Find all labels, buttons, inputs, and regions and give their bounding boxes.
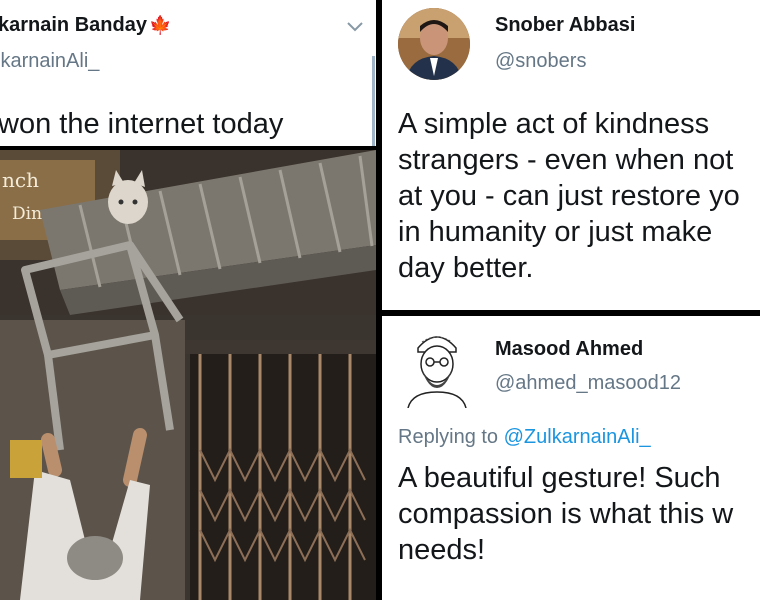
scrollbar[interactable] (372, 56, 375, 146)
user-handle[interactable]: @snobers (495, 50, 586, 73)
divider-horizontal-left (0, 146, 376, 150)
shop-sign-text: nch Din (2, 168, 43, 224)
tweet-photo[interactable]: nch Din (0, 150, 376, 600)
replying-to: Replying to @ZulkarnainAli_ (398, 426, 651, 449)
tweet-text: A simple act of kindness strangers - eve… (398, 108, 740, 284)
tweet-text: A beautiful gesture! Such compassion is … (398, 462, 734, 566)
user-handle[interactable]: @ahmed_masood12 (495, 372, 681, 395)
maple-leaf-icon: 🍁 (148, 15, 172, 35)
divider-vertical (376, 0, 382, 600)
photo-scene (0, 150, 376, 600)
avatar-image (398, 8, 470, 80)
tweet-text: won the internet today (0, 108, 284, 140)
replying-to-label: Replying to (398, 426, 499, 448)
user-handle[interactable]: lkarnainAli_ (0, 50, 99, 73)
display-name[interactable]: Masood Ahmed (495, 338, 643, 361)
display-name[interactable]: Snober Abbasi (495, 14, 635, 37)
avatar[interactable] (402, 322, 472, 409)
avatar-sketch-image (402, 322, 472, 409)
avatar[interactable] (398, 8, 470, 80)
chevron-down-icon[interactable] (345, 20, 365, 34)
reply-handle-link[interactable]: @ZulkarnainAli_ (504, 426, 651, 448)
divider-horizontal-right (382, 310, 760, 316)
tweet-card-snober: Snober Abbasi @snobers A simple act of k… (382, 0, 760, 310)
display-name[interactable]: karnain Banday 🍁 (0, 14, 171, 37)
tweet-card-left: karnain Banday 🍁 lkarnainAli_ won the int… (0, 0, 376, 150)
tweet-card-masood: Masood Ahmed @ahmed_masood12 Replying to… (382, 316, 760, 600)
